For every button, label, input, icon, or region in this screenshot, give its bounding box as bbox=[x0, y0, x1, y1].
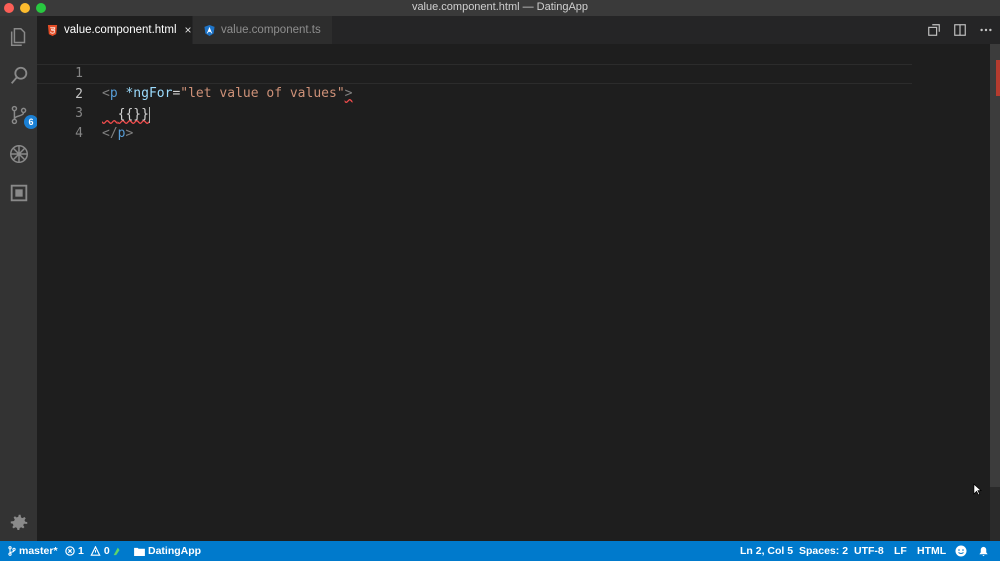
indentation[interactable]: Spaces: 2 bbox=[799, 541, 848, 561]
line-number: 4 bbox=[75, 126, 83, 141]
bell-icon[interactable] bbox=[978, 541, 989, 561]
folder-icon bbox=[134, 547, 145, 556]
editor-actions bbox=[926, 22, 994, 38]
language-mode[interactable]: HTML bbox=[917, 541, 946, 561]
angular-icon bbox=[203, 24, 215, 36]
error-icon bbox=[65, 546, 75, 556]
title-bar: value.component.html — DatingApp bbox=[0, 0, 1000, 16]
extensions-icon[interactable] bbox=[6, 180, 31, 205]
code-line-current[interactable]: 2 {{}} bbox=[37, 64, 912, 123]
warning-icon bbox=[90, 546, 101, 556]
scrollbar-thumb[interactable] bbox=[990, 44, 1000, 487]
tab-close-button[interactable]: × bbox=[185, 23, 192, 37]
error-count: 1 bbox=[78, 545, 84, 557]
html5-icon bbox=[46, 24, 58, 36]
gear-icon[interactable] bbox=[6, 510, 31, 535]
workspace-folder[interactable]: DatingApp bbox=[134, 541, 201, 561]
feedback-icon[interactable] bbox=[955, 541, 967, 561]
tab-value-component-ts[interactable]: value.component.ts bbox=[192, 16, 332, 44]
tab-bar: value.component.html × value.component.t… bbox=[37, 16, 1000, 44]
mouse-pointer-icon bbox=[973, 483, 982, 496]
error-marker bbox=[996, 60, 1000, 96]
debug-icon[interactable] bbox=[6, 141, 31, 166]
cursor-position[interactable]: Ln 2, Col 5 bbox=[740, 541, 793, 561]
window-title: value.component.html — DatingApp bbox=[411, 1, 589, 13]
open-changes-icon[interactable] bbox=[926, 22, 942, 38]
search-icon[interactable] bbox=[6, 63, 31, 88]
branch-name: master* bbox=[19, 545, 58, 557]
source-control-badge: 6 bbox=[24, 115, 38, 129]
split-editor-icon[interactable] bbox=[952, 22, 968, 38]
tag-bracket: </ bbox=[102, 126, 118, 141]
more-actions-icon[interactable] bbox=[978, 22, 994, 38]
status-bar: master* 1 0 DatingApp Ln 2, Col 5 Spaces… bbox=[0, 541, 1000, 561]
code-line-content: </p> bbox=[102, 124, 133, 144]
code-editor[interactable]: 1 <p *ngFor="let value of values"> 2 {{}… bbox=[37, 44, 990, 541]
live-share-icon[interactable] bbox=[112, 541, 122, 561]
code-line[interactable]: 4 bbox=[37, 104, 912, 141]
end-of-line[interactable]: LF bbox=[894, 541, 907, 561]
branch-icon bbox=[8, 546, 16, 556]
encoding[interactable]: UTF-8 bbox=[854, 541, 884, 561]
source-control-icon[interactable]: 6 bbox=[6, 102, 38, 129]
warning-count: 0 bbox=[103, 545, 110, 557]
code-line[interactable]: 1 <p *ngFor="let value of values"> bbox=[37, 44, 912, 101]
tag-bracket: > bbox=[125, 126, 134, 141]
tab-value-component-html[interactable]: value.component.html × bbox=[37, 16, 192, 44]
problems-indicator[interactable]: 1 0 bbox=[65, 541, 110, 561]
folder-name: DatingApp bbox=[148, 545, 202, 557]
explorer-icon[interactable] bbox=[6, 24, 31, 49]
branch-indicator[interactable]: master* bbox=[8, 541, 58, 561]
code-line[interactable]: 3 </p> bbox=[37, 84, 912, 141]
tab-label: value.component.ts bbox=[221, 24, 321, 36]
tab-label: value.component.html bbox=[64, 24, 177, 36]
activity-bar: 6 bbox=[0, 16, 38, 541]
